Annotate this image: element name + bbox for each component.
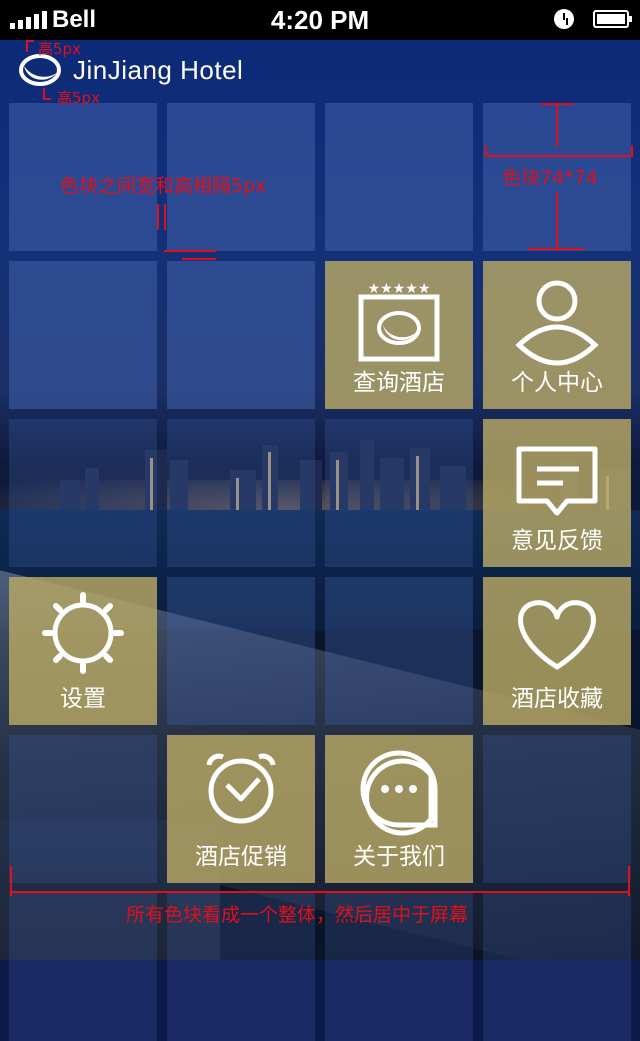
blank-tile	[167, 261, 315, 409]
tile-label: 意见反馈	[511, 528, 603, 554]
tile-favorites[interactable]: 酒店收藏	[483, 577, 631, 725]
blank-tile	[167, 419, 315, 567]
width-marker	[628, 866, 630, 896]
gap-marker	[182, 258, 216, 260]
status-time: 4:20 PM	[270, 5, 370, 35]
tile-promotions[interactable]: 酒店促销	[167, 735, 315, 883]
margin-marker-bottom	[43, 98, 51, 100]
size-marker-h	[485, 155, 633, 157]
size-marker-h	[485, 145, 487, 157]
annotation-height-top: 高5px	[38, 40, 81, 58]
width-marker	[10, 891, 630, 893]
blank-tile	[325, 419, 473, 567]
gap-marker	[164, 250, 216, 252]
tile-label: 酒店收藏	[511, 686, 603, 712]
blank-tile	[483, 893, 631, 1041]
tile-about-us[interactable]: 关于我们	[325, 735, 473, 883]
blank-tile	[9, 419, 157, 567]
tile-label: 酒店促销	[195, 844, 287, 870]
tile-personal-center[interactable]: 个人中心	[483, 261, 631, 409]
size-marker-v	[556, 105, 558, 147]
size-marker-v	[556, 192, 558, 248]
tile-label: 关于我们	[353, 844, 445, 870]
gap-marker	[164, 204, 166, 230]
gap-marker	[157, 204, 159, 230]
brand-name: JinJiang Hotel	[73, 55, 244, 85]
blank-tile	[167, 577, 315, 725]
blank-tile	[325, 103, 473, 251]
tile-feedback[interactable]: 意见反馈	[483, 419, 631, 567]
tile-search-hotel[interactable]: ★★★★★ 查询酒店	[325, 261, 473, 409]
annotation-block-size: 色块74*74	[502, 167, 598, 189]
tile-label: 个人中心	[511, 370, 603, 396]
size-marker-v	[528, 248, 584, 250]
annotation-gap: 色块之间宽和高相隔5px	[60, 175, 267, 197]
size-marker-h	[631, 145, 633, 157]
tile-label: 设置	[60, 686, 106, 712]
annotation-center-note: 所有色块看成一个整体，然后居中于屏幕	[126, 904, 469, 926]
blank-tile	[9, 261, 157, 409]
size-marker-v	[540, 103, 574, 105]
blank-tile	[9, 735, 157, 883]
tile-label: 查询酒店	[353, 370, 445, 396]
status-bar: Bell 4:20 PM	[0, 0, 640, 40]
margin-marker-top	[26, 40, 34, 42]
battery-icon	[593, 10, 632, 28]
annotation-height-bottom: 高5px	[57, 89, 100, 107]
alarm-status-icon	[554, 9, 574, 29]
blank-tile	[483, 735, 631, 883]
width-marker	[10, 866, 12, 896]
blank-tile	[325, 577, 473, 725]
tile-settings[interactable]: 设置	[9, 577, 157, 725]
